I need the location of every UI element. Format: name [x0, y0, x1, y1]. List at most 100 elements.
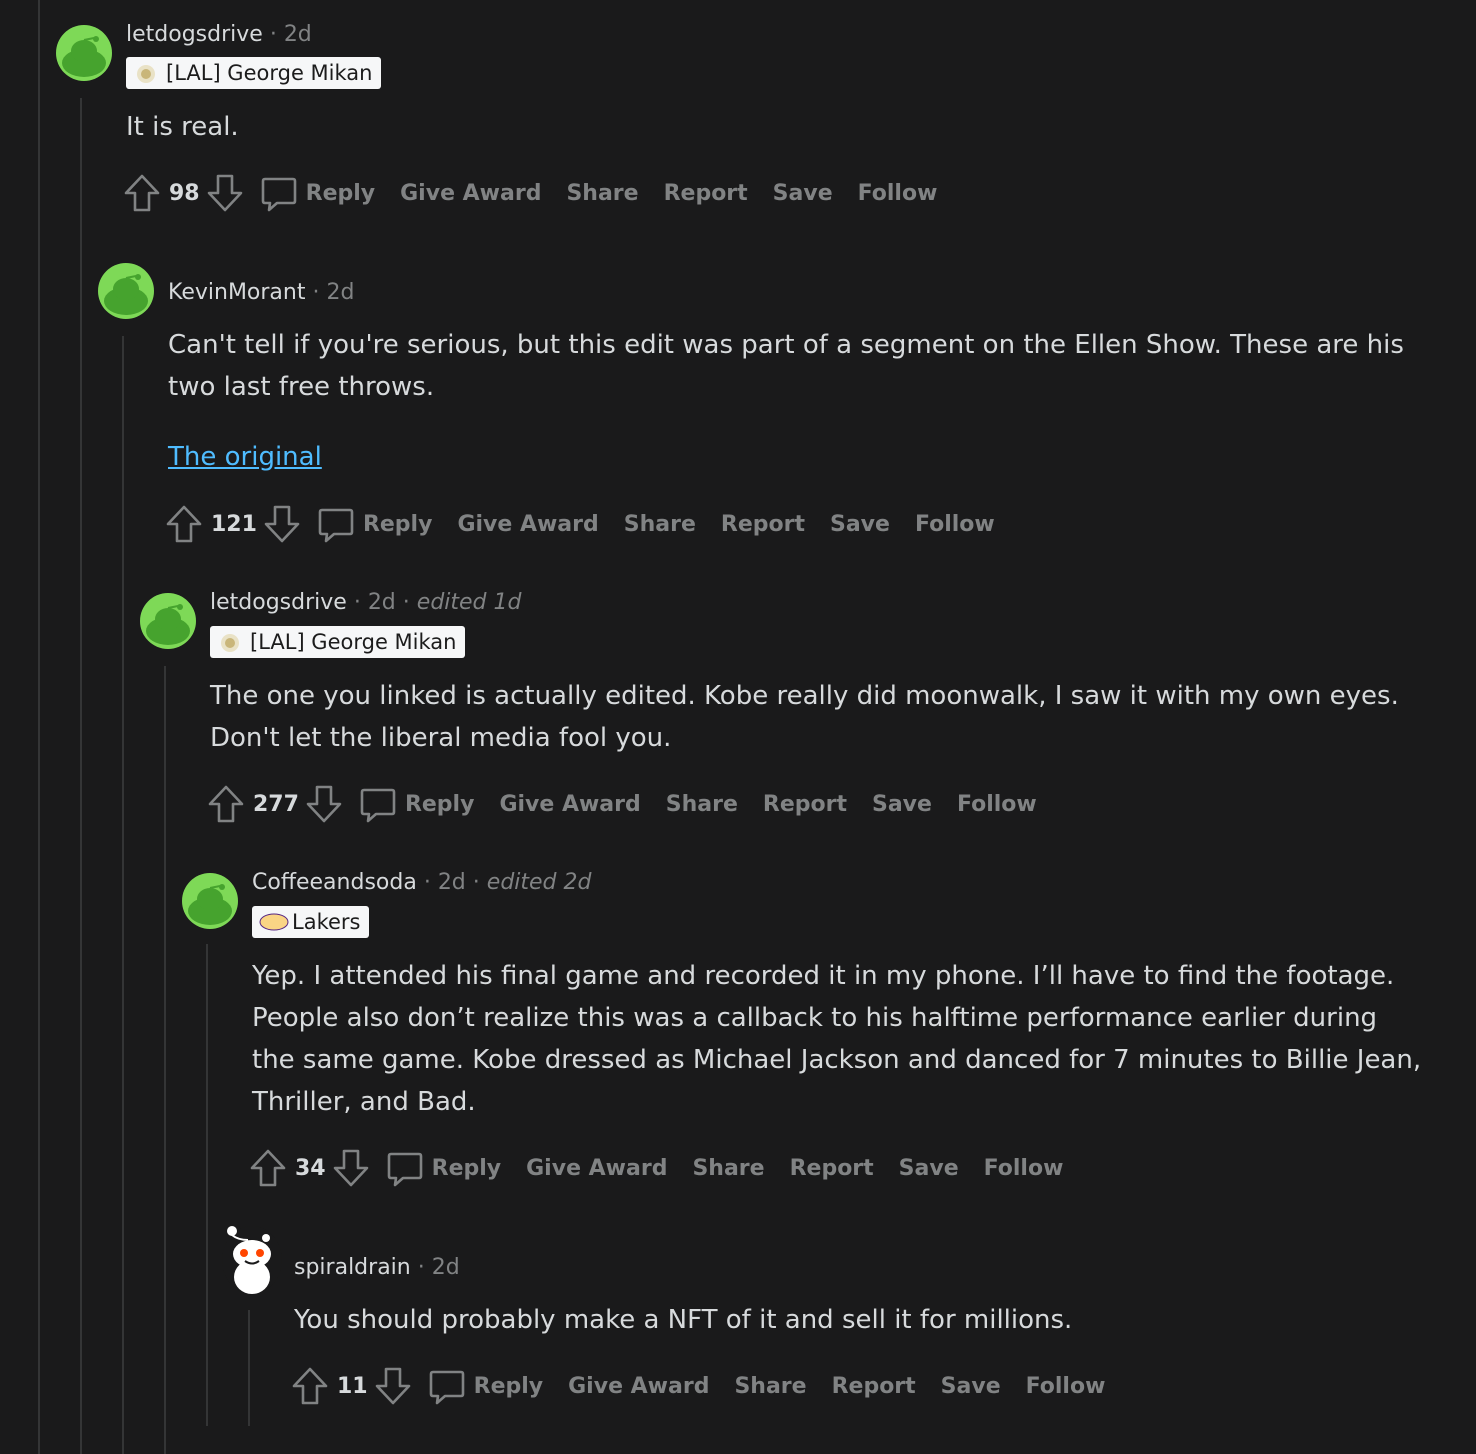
give-award-button[interactable]: Give Award [457, 512, 598, 537]
reply-button[interactable]: Reply [474, 1374, 544, 1399]
username[interactable]: spiraldrain [294, 1255, 411, 1280]
timestamp[interactable]: 2d [438, 870, 466, 895]
downvote-icon[interactable] [372, 1364, 414, 1408]
save-button[interactable]: Save [773, 181, 833, 206]
external-link[interactable]: The original [168, 442, 322, 472]
comment-actions: 98 Reply Give Award Share Report Save Fo… [121, 171, 962, 215]
save-button[interactable]: Save [830, 512, 890, 537]
comment-text: Yep. I attended his final game and recor… [252, 961, 1422, 1117]
downvote-icon[interactable] [303, 782, 345, 826]
give-award-button[interactable]: Give Award [568, 1374, 709, 1399]
comment-actions: 11 Reply Give Award Share Report Save Fo… [289, 1364, 1130, 1408]
avatar[interactable] [56, 25, 112, 81]
separator: · [417, 1255, 425, 1280]
report-button[interactable]: Report [832, 1374, 916, 1399]
comment-body: Yep. I attended his final game and recor… [252, 955, 1422, 1123]
comment-bubble-icon[interactable] [426, 1364, 468, 1408]
save-button[interactable]: Save [872, 792, 932, 817]
follow-button[interactable]: Follow [858, 181, 938, 206]
reply-button[interactable]: Reply [432, 1156, 502, 1181]
george-mikan-flair-icon [216, 630, 244, 654]
separator: · [423, 870, 431, 895]
edited-label: edited 2d [486, 870, 592, 895]
thread-line[interactable] [38, 0, 40, 1454]
thread-line[interactable] [206, 944, 208, 1426]
snoo-avatar[interactable] [222, 1226, 282, 1294]
flair-text: [LAL] George Mikan [166, 61, 373, 85]
edited-label: edited 1d [416, 590, 522, 615]
lakers-logo-icon [258, 910, 289, 934]
share-button[interactable]: Share [666, 792, 738, 817]
comment-actions: 277 Reply Give Award Share Report Save F… [205, 782, 1062, 826]
reply-button[interactable]: Reply [405, 792, 475, 817]
comment-bubble-icon[interactable] [384, 1146, 426, 1190]
thread-line[interactable] [248, 1310, 250, 1426]
save-button[interactable]: Save [941, 1374, 1001, 1399]
timestamp[interactable]: 2d [432, 1255, 460, 1280]
comment-body: The one you linked is actually edited. K… [210, 675, 1420, 759]
comment-actions: 34 Reply Give Award Share Report Save Fo… [247, 1146, 1088, 1190]
comment-text: You should probably make a NFT of it and… [294, 1305, 1073, 1335]
separator: · [472, 870, 480, 895]
username[interactable]: KevinMorant [168, 280, 305, 305]
upvote-icon[interactable] [121, 171, 163, 215]
follow-button[interactable]: Follow [1026, 1374, 1106, 1399]
vote-score: 121 [211, 511, 257, 537]
follow-button[interactable]: Follow [957, 792, 1037, 817]
timestamp[interactable]: 2d [284, 22, 312, 47]
upvote-icon[interactable] [289, 1364, 331, 1408]
username[interactable]: letdogsdrive [210, 590, 347, 615]
reply-button[interactable]: Reply [363, 512, 433, 537]
report-button[interactable]: Report [664, 181, 748, 206]
upvote-icon[interactable] [163, 502, 205, 546]
george-mikan-flair-icon [132, 61, 160, 85]
comment-body: It is real. [126, 106, 1406, 148]
share-button[interactable]: Share [624, 512, 696, 537]
username[interactable]: letdogsdrive [126, 22, 263, 47]
comment-bubble-icon[interactable] [315, 502, 357, 546]
vote-score: 34 [295, 1155, 326, 1181]
user-flair: Lakers [252, 906, 370, 938]
comment-bubble-icon[interactable] [357, 782, 399, 826]
separator: · [353, 590, 361, 615]
upvote-icon[interactable] [247, 1146, 289, 1190]
downvote-icon[interactable] [204, 171, 246, 215]
username[interactable]: Coffeeandsoda [252, 870, 417, 895]
give-award-button[interactable]: Give Award [400, 181, 541, 206]
avatar[interactable] [182, 873, 238, 929]
share-button[interactable]: Share [734, 1374, 806, 1399]
vote-score: 98 [169, 180, 200, 206]
follow-button[interactable]: Follow [915, 512, 995, 537]
vote-score: 277 [253, 791, 299, 817]
share-button[interactable]: Share [692, 1156, 764, 1181]
comment-actions: 121 Reply Give Award Share Report Save F… [163, 502, 1020, 546]
follow-button[interactable]: Follow [984, 1156, 1064, 1181]
report-button[interactable]: Report [763, 792, 847, 817]
timestamp[interactable]: 2d [326, 280, 354, 305]
thread-line[interactable] [164, 666, 166, 1454]
give-award-button[interactable]: Give Award [526, 1156, 667, 1181]
thread-line[interactable] [122, 336, 124, 1454]
reply-button[interactable]: Reply [306, 181, 376, 206]
user-flair: [LAL] George Mikan [126, 57, 382, 89]
flair-text: Lakers [292, 910, 361, 934]
comment-text: Can't tell if you're serious, but this e… [168, 330, 1404, 402]
thread-line[interactable] [80, 98, 82, 1454]
flair-text: [LAL] George Mikan [250, 630, 457, 654]
separator: · [402, 590, 410, 615]
user-flair: [LAL] George Mikan [210, 626, 466, 658]
downvote-icon[interactable] [330, 1146, 372, 1190]
save-button[interactable]: Save [899, 1156, 959, 1181]
timestamp[interactable]: 2d [368, 590, 396, 615]
comment-body: You should probably make a NFT of it and… [294, 1299, 1414, 1341]
downvote-icon[interactable] [261, 502, 303, 546]
report-button[interactable]: Report [721, 512, 805, 537]
comment-bubble-icon[interactable] [258, 171, 300, 215]
avatar[interactable] [140, 593, 196, 649]
report-button[interactable]: Report [790, 1156, 874, 1181]
share-button[interactable]: Share [566, 181, 638, 206]
avatar[interactable] [98, 263, 154, 319]
give-award-button[interactable]: Give Award [499, 792, 640, 817]
upvote-icon[interactable] [205, 782, 247, 826]
comment-text: It is real. [126, 112, 239, 142]
